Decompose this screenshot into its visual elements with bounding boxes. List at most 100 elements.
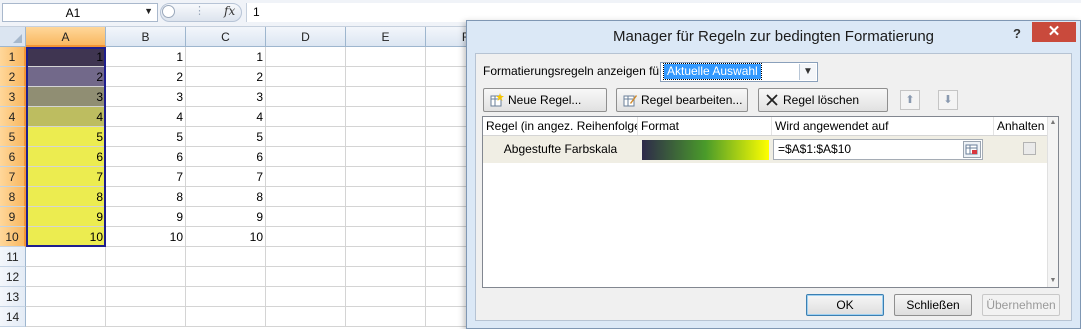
- row-header-11[interactable]: 11: [0, 247, 26, 267]
- cell-d2[interactable]: [266, 67, 346, 87]
- delete-rule-button[interactable]: Regel löschen: [758, 88, 888, 112]
- row-header-1[interactable]: 1: [0, 47, 26, 67]
- row-header-8[interactable]: 8: [0, 187, 26, 207]
- cell-d12[interactable]: [266, 267, 346, 287]
- cell-e10[interactable]: [346, 227, 426, 247]
- cell-b5[interactable]: 5: [106, 127, 186, 147]
- cell-c8[interactable]: 8: [186, 187, 266, 207]
- close-window-button[interactable]: ✕: [1032, 22, 1076, 42]
- cell-b4[interactable]: 4: [106, 107, 186, 127]
- cell-c10[interactable]: 10: [186, 227, 266, 247]
- cell-a11[interactable]: [26, 247, 106, 267]
- cell-d5[interactable]: [266, 127, 346, 147]
- header-applies-to[interactable]: Wird angewendet auf: [772, 117, 994, 135]
- cell-a8[interactable]: 8: [26, 187, 106, 207]
- row-header-9[interactable]: 9: [0, 207, 26, 227]
- move-down-button[interactable]: ⬇: [938, 90, 958, 110]
- cell-c5[interactable]: 5: [186, 127, 266, 147]
- name-box[interactable]: A1 ▼: [2, 3, 158, 22]
- insert-function-button[interactable]: fx: [224, 4, 235, 18]
- cell-d11[interactable]: [266, 247, 346, 267]
- cell-e8[interactable]: [346, 187, 426, 207]
- cell-b12[interactable]: [106, 267, 186, 287]
- row-header-14[interactable]: 14: [0, 307, 26, 327]
- cell-e3[interactable]: [346, 87, 426, 107]
- edit-rule-button[interactable]: Regel bearbeiten...: [616, 88, 748, 112]
- move-up-button[interactable]: ⬆: [900, 90, 920, 110]
- cell-e14[interactable]: [346, 307, 426, 327]
- cell-e9[interactable]: [346, 207, 426, 227]
- cell-a12[interactable]: [26, 267, 106, 287]
- header-format[interactable]: Format: [638, 117, 772, 135]
- cell-d6[interactable]: [266, 147, 346, 167]
- cell-e1[interactable]: [346, 47, 426, 67]
- cell-b7[interactable]: 7: [106, 167, 186, 187]
- resize-handle-icon[interactable]: [162, 5, 175, 18]
- row-header-4[interactable]: 4: [0, 107, 26, 127]
- cell-a2[interactable]: 2: [26, 67, 106, 87]
- header-rule[interactable]: Regel (in angez. Reihenfolge): [483, 117, 638, 135]
- cell-e7[interactable]: [346, 167, 426, 187]
- select-all-corner[interactable]: [0, 27, 26, 47]
- cell-c3[interactable]: 3: [186, 87, 266, 107]
- scroll-down-icon[interactable]: ▼: [1048, 276, 1058, 286]
- rules-table-scrollbar[interactable]: ▲ ▼: [1047, 117, 1058, 287]
- row-header-3[interactable]: 3: [0, 87, 26, 107]
- rule-row[interactable]: Abgestufte Farbskala =$A$1:$A$10: [483, 136, 1049, 163]
- cell-d4[interactable]: [266, 107, 346, 127]
- cell-a5[interactable]: 5: [26, 127, 106, 147]
- cell-e13[interactable]: [346, 287, 426, 307]
- cell-c7[interactable]: 7: [186, 167, 266, 187]
- cell-d9[interactable]: [266, 207, 346, 227]
- ok-button[interactable]: OK: [806, 294, 884, 316]
- column-header-d[interactable]: D: [266, 27, 346, 47]
- cell-a9[interactable]: 9: [26, 207, 106, 227]
- row-header-6[interactable]: 6: [0, 147, 26, 167]
- cell-a13[interactable]: [26, 287, 106, 307]
- cell-d14[interactable]: [266, 307, 346, 327]
- apply-button[interactable]: Übernehmen: [982, 294, 1060, 316]
- cell-d13[interactable]: [266, 287, 346, 307]
- row-header-2[interactable]: 2: [0, 67, 26, 87]
- cell-a3[interactable]: 3: [26, 87, 106, 107]
- chevron-down-icon[interactable]: ▼: [799, 64, 816, 80]
- cell-c4[interactable]: 4: [186, 107, 266, 127]
- cell-d1[interactable]: [266, 47, 346, 67]
- cell-b2[interactable]: 2: [106, 67, 186, 87]
- cell-a7[interactable]: 7: [26, 167, 106, 187]
- applies-to-field[interactable]: =$A$1:$A$10: [773, 139, 983, 160]
- row-header-7[interactable]: 7: [0, 167, 26, 187]
- row-header-13[interactable]: 13: [0, 287, 26, 307]
- cell-c6[interactable]: 6: [186, 147, 266, 167]
- cell-a4[interactable]: 4: [26, 107, 106, 127]
- cell-a6[interactable]: 6: [26, 147, 106, 167]
- new-rule-button[interactable]: Neue Regel...: [483, 88, 607, 112]
- cell-c2[interactable]: 2: [186, 67, 266, 87]
- row-header-12[interactable]: 12: [0, 267, 26, 287]
- cell-b10[interactable]: 10: [106, 227, 186, 247]
- range-picker-button[interactable]: [963, 141, 981, 158]
- cell-d8[interactable]: [266, 187, 346, 207]
- header-stop-if-true[interactable]: Anhalten: [994, 117, 1048, 135]
- cell-c14[interactable]: [186, 307, 266, 327]
- stop-if-true-checkbox[interactable]: [1023, 142, 1036, 155]
- show-rules-dropdown[interactable]: Aktuelle Auswahl ▼: [660, 62, 818, 82]
- cell-b11[interactable]: [106, 247, 186, 267]
- cell-e5[interactable]: [346, 127, 426, 147]
- cell-a14[interactable]: [26, 307, 106, 327]
- cell-e6[interactable]: [346, 147, 426, 167]
- cell-c11[interactable]: [186, 247, 266, 267]
- cell-b3[interactable]: 3: [106, 87, 186, 107]
- close-button[interactable]: Schließen: [894, 294, 972, 316]
- column-header-a[interactable]: A: [26, 27, 106, 47]
- scroll-up-icon[interactable]: ▲: [1048, 118, 1058, 128]
- cell-d10[interactable]: [266, 227, 346, 247]
- cell-d3[interactable]: [266, 87, 346, 107]
- cell-c1[interactable]: 1: [186, 47, 266, 67]
- row-header-10[interactable]: 10: [0, 227, 26, 247]
- column-header-b[interactable]: B: [106, 27, 186, 47]
- cell-c12[interactable]: [186, 267, 266, 287]
- cell-b9[interactable]: 9: [106, 207, 186, 227]
- cell-b1[interactable]: 1: [106, 47, 186, 67]
- dialog-titlebar[interactable]: Manager für Regeln zur bedingten Formati…: [467, 21, 1080, 51]
